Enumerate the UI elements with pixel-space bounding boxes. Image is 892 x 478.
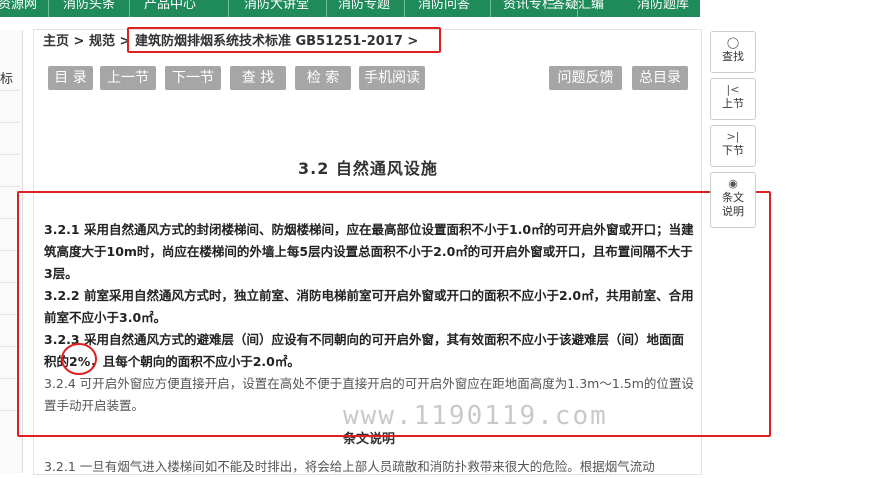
nav-item-topics[interactable]: 消防专题: [338, 0, 390, 15]
search-icon: ◯: [726, 36, 740, 49]
nav-item-quiz[interactable]: 消防题库: [637, 0, 689, 15]
find-button[interactable]: 查 找: [230, 66, 286, 90]
sidebar-divider: [0, 122, 20, 123]
nav-item-resources[interactable]: 资源网: [0, 0, 37, 15]
eye-icon: ◉: [728, 177, 738, 190]
master-toc-button[interactable]: 总目录: [632, 66, 688, 90]
nav-separator: [326, 0, 327, 17]
sidebar-divider: [0, 154, 20, 155]
nav-separator: [490, 0, 491, 17]
section-title: 3.2 自然通风设施: [298, 159, 438, 178]
nav-item-lecture[interactable]: 消防大讲堂: [244, 0, 309, 15]
breadcrumb-home[interactable]: 主页: [43, 34, 69, 49]
top-nav-bar: 资源网 消防头条 产品中心 消防大讲堂 消防专题 消防问答 资讯专栏 答疑汇编 …: [0, 0, 700, 17]
sidebar-divider: [0, 186, 20, 187]
sidebar-fragment-label[interactable]: 标: [0, 68, 13, 87]
nav-item-products[interactable]: 产品中心: [144, 0, 196, 15]
side-next-button[interactable]: >| 下节: [710, 125, 756, 167]
next-section-button[interactable]: 下一节: [165, 66, 221, 90]
nav-separator: [404, 0, 405, 17]
nav-item-columns[interactable]: 资讯专栏: [503, 0, 555, 15]
side-find-button[interactable]: ◯ 查找: [710, 31, 756, 73]
nav-item-qa[interactable]: 消防问答: [418, 0, 470, 15]
nav-separator: [48, 0, 49, 17]
annotation-box-breadcrumb: [127, 27, 441, 53]
toc-button[interactable]: 目 录: [48, 66, 93, 90]
prev-section-button[interactable]: 上一节: [100, 66, 156, 90]
breadcrumb-standards[interactable]: 规范: [89, 34, 115, 49]
breadcrumb-separator: >: [73, 34, 85, 49]
commentary-first-line: 3.2.1 一旦有烟气进入楼梯间如不能及时排出，将会给上部人员疏散和消防扑救带来…: [44, 459, 655, 474]
next-icon: >|: [726, 130, 740, 143]
side-prev-button[interactable]: |< 上节: [710, 78, 756, 120]
nav-separator: [228, 0, 229, 17]
feedback-button[interactable]: 问题反馈: [549, 66, 622, 90]
nav-item-faq[interactable]: 答疑汇编: [552, 0, 604, 15]
annotation-box-clauses: [17, 191, 771, 437]
mobile-read-button[interactable]: 手机阅读: [359, 66, 425, 90]
sidebar-divider: [0, 90, 20, 91]
nav-item-headlines[interactable]: 消防头条: [63, 0, 115, 15]
search-button[interactable]: 检 索: [295, 66, 351, 90]
annotation-circle: [61, 343, 97, 375]
side-explain-button[interactable]: ◉ 条文说明: [710, 172, 756, 228]
prev-icon: |<: [726, 83, 740, 96]
nav-separator: [129, 0, 130, 17]
